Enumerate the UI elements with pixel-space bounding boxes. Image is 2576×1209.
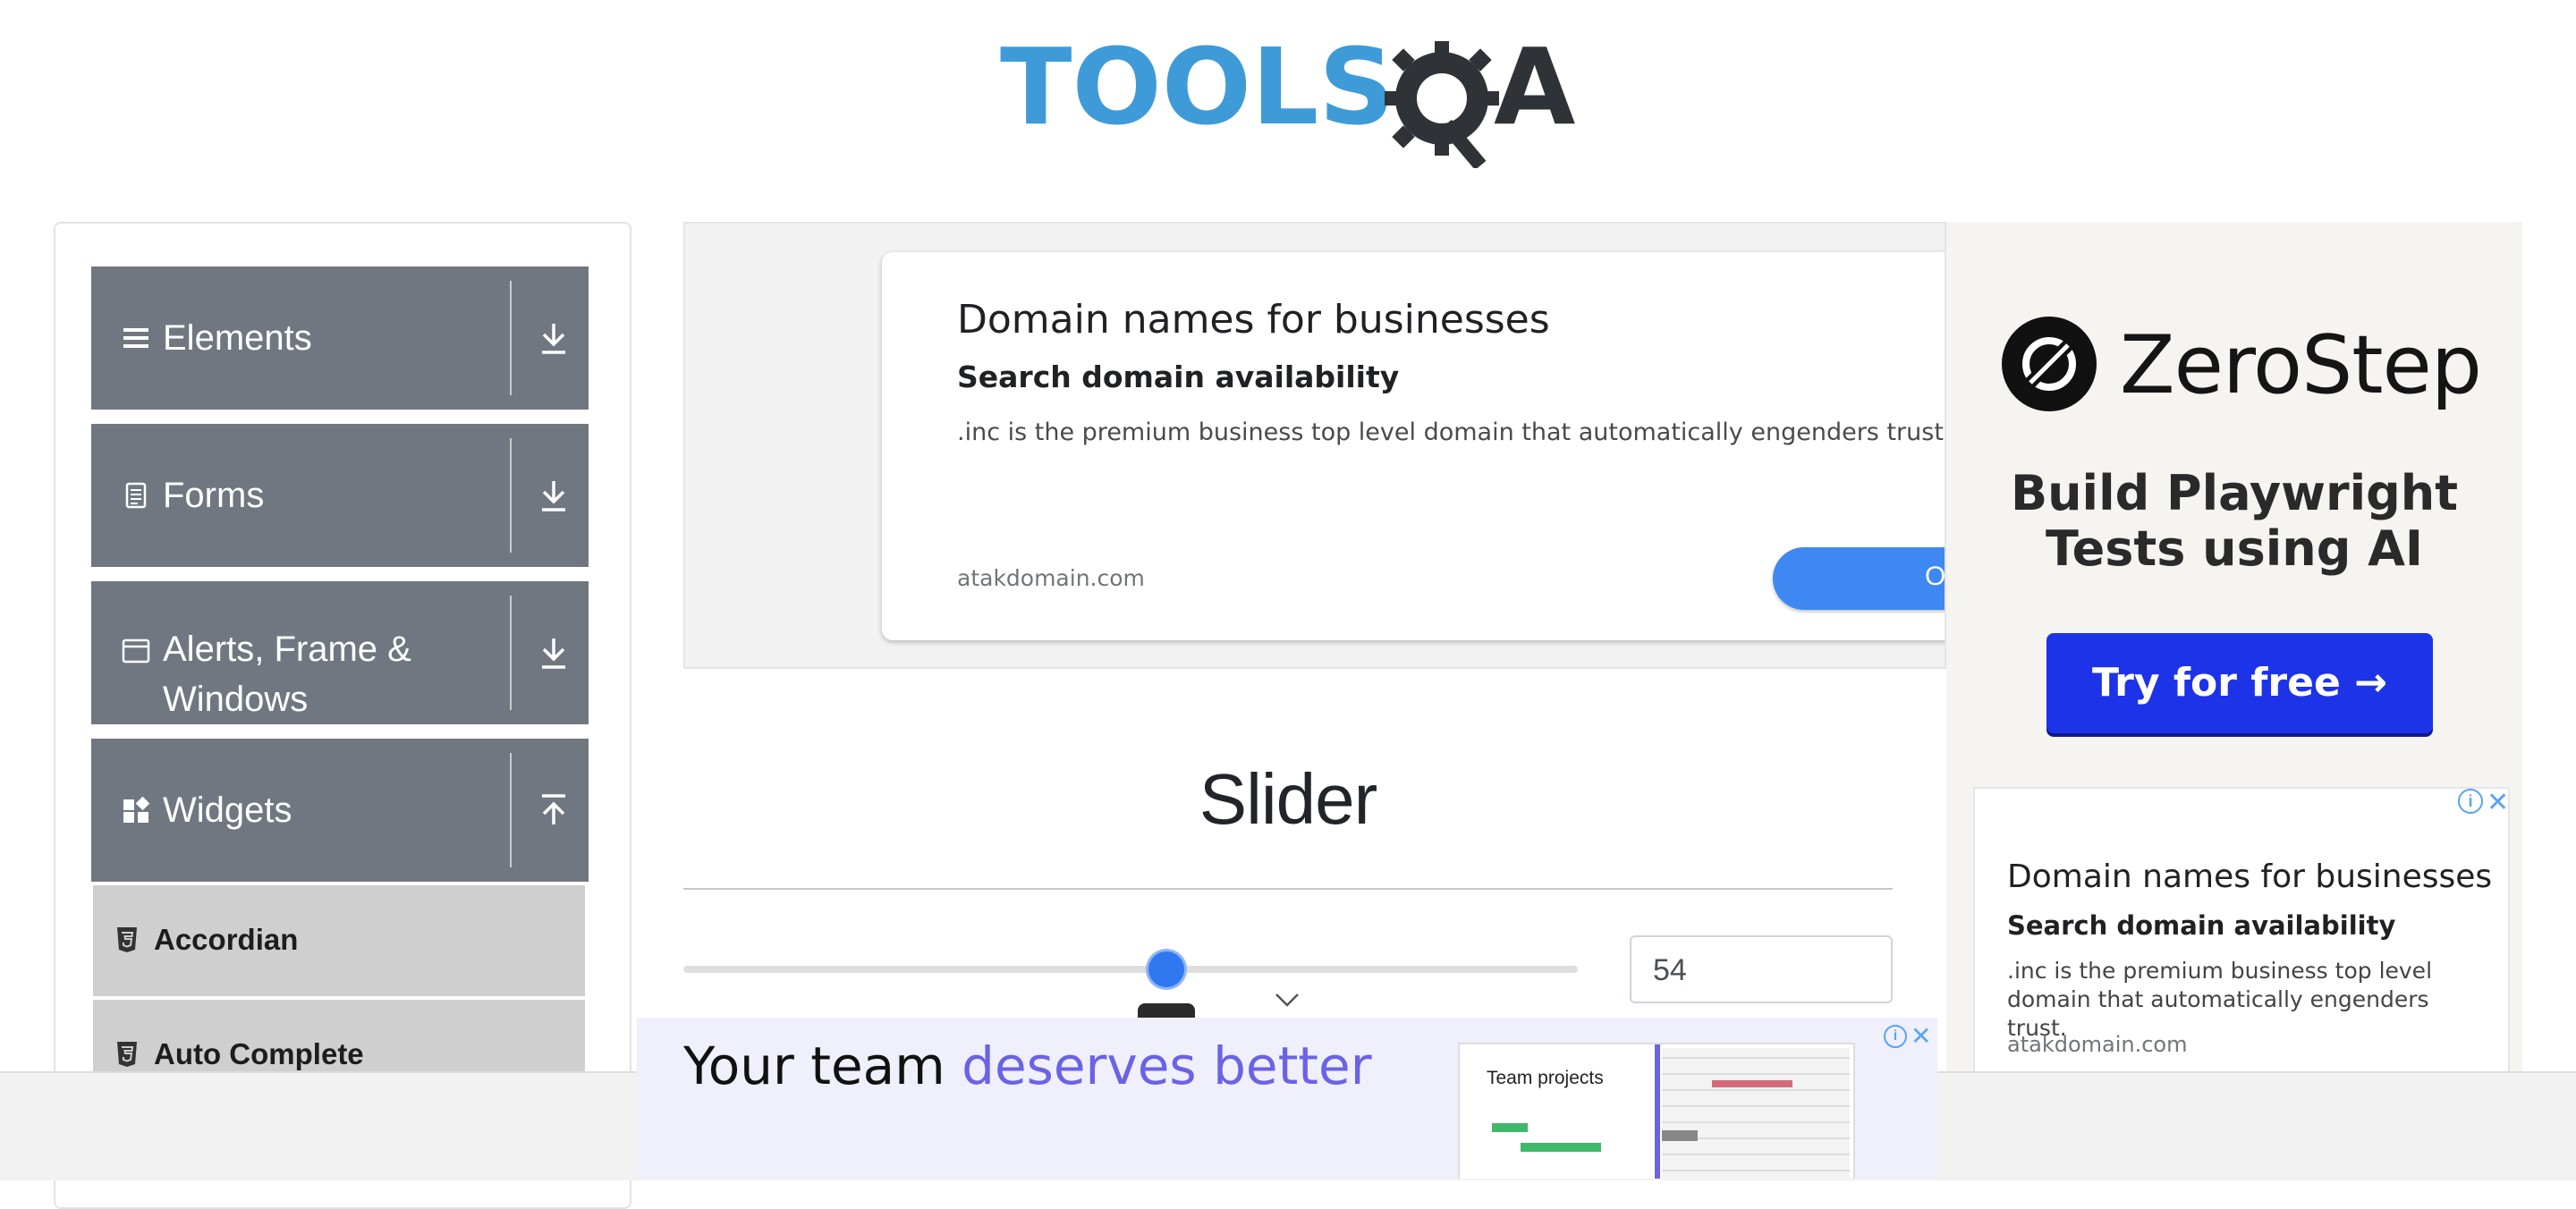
page-title: Slider [1199,759,1378,839]
logo-text-tools: TOOLS [1000,25,1394,148]
preview-grid [1662,1048,1850,1179]
chevron-down-icon[interactable] [1274,991,1301,1009]
download-arrow-icon [542,324,565,354]
gear-search-icon [1385,41,1499,168]
bottom-ad-banner[interactable]: Your team deserves better Team projects … [637,1018,1937,1179]
ad-headline-line2: Tests using AI [2045,520,2424,577]
ad-card[interactable]: Domain names for businesses Search domai… [882,252,1946,640]
ad-subtitle: Search domain availability [2007,910,2396,941]
download-arrow-icon [542,638,565,669]
sidebar-group-widgets[interactable]: Widgets [91,739,589,882]
ad-title: Domain names for businesses [957,297,1550,342]
sidebar-group-label-line2: Windows [163,680,309,719]
preview-bar [1712,1080,1792,1087]
html5-icon [117,1042,137,1067]
slider-track[interactable] [683,966,1578,973]
preview-bar [1492,1123,1528,1132]
sidebar-group-label: Forms [163,476,265,515]
sidebar-item-label: Auto Complete [154,1037,364,1070]
preview-bar [1662,1130,1698,1141]
logo-text-a: A [1494,25,1575,148]
divider [510,438,512,553]
sidebar-group-elements[interactable]: Elements [91,266,589,410]
sidebar: Elements Forms Alerts, Frame & Windows W… [54,222,631,1209]
sidebar-group-forms[interactable]: Forms [91,424,589,567]
download-arrow-icon [542,481,565,512]
right-ad-banner[interactable]: ZeroStep Build Playwright Tests using AI… [1946,222,2522,1179]
ad-headline-line1: Build Playwright [2010,465,2459,521]
ad-close-icon[interactable]: ✕ [1911,1021,1931,1051]
ad-info-icon[interactable]: i [1884,1025,1907,1048]
window-icon [122,638,150,664]
ad-cta-button[interactable]: O [1773,547,1946,610]
ad-headline-accent: deserves better [962,1036,1372,1096]
center-ad-banner[interactable]: Domain names for businesses Search domai… [683,222,1946,669]
ad-preview-title: Team projects [1487,1068,1604,1088]
try-for-free-button[interactable]: Try for free → [2046,633,2433,733]
ad-cta-label: O [1925,562,1946,591]
widgets-icon [123,796,150,823]
sidebar-item-label: Accordian [154,923,299,956]
sidebar-group-label: Elements [163,318,312,358]
ad-info-icon[interactable]: i [2458,789,2483,814]
preview-divider [1655,1044,1660,1179]
slider-value-field[interactable]: 54 [1630,935,1893,1003]
ad-url: atakdomain.com [2007,1032,2188,1057]
sidebar-group-alerts-frame-windows[interactable]: Alerts, Frame & Windows [91,581,589,724]
divider [510,753,512,867]
menu-icon [123,328,148,348]
toolsqa-logo[interactable]: TOOLS A [1000,25,1581,168]
ad-headline: Your team deserves better [683,1036,1372,1096]
slider-thumb[interactable] [1148,951,1184,987]
divider [510,596,512,710]
ad-close-icon[interactable]: ✕ [2487,787,2509,818]
divider [510,281,512,395]
sidebar-group-label: Widgets [163,790,292,830]
title-divider [683,888,1893,890]
document-icon [125,482,147,509]
preview-bar [1521,1143,1601,1152]
ad-url: atakdomain.com [957,565,1145,591]
ad-subtitle: Search domain availability [957,359,1400,394]
ad-title: Domain names for businesses [2007,858,2493,895]
html5-icon [117,927,137,952]
ad-headline-plain: Your team [683,1036,962,1096]
sidebar-group-label: Alerts, Frame & [163,630,411,669]
ad-preview-image: Team projects [1458,1043,1855,1179]
zerostep-logo-icon [2002,317,2097,411]
ad-brand: ZeroStep [2120,318,2482,412]
upload-arrow-icon [542,794,565,824]
ad-body: .inc is the premium business top level d… [957,418,1946,446]
ad-body: .inc is the premium business top level d… [2007,958,2433,1041]
sidebar-item-accordian[interactable]: Accordian [93,885,585,996]
